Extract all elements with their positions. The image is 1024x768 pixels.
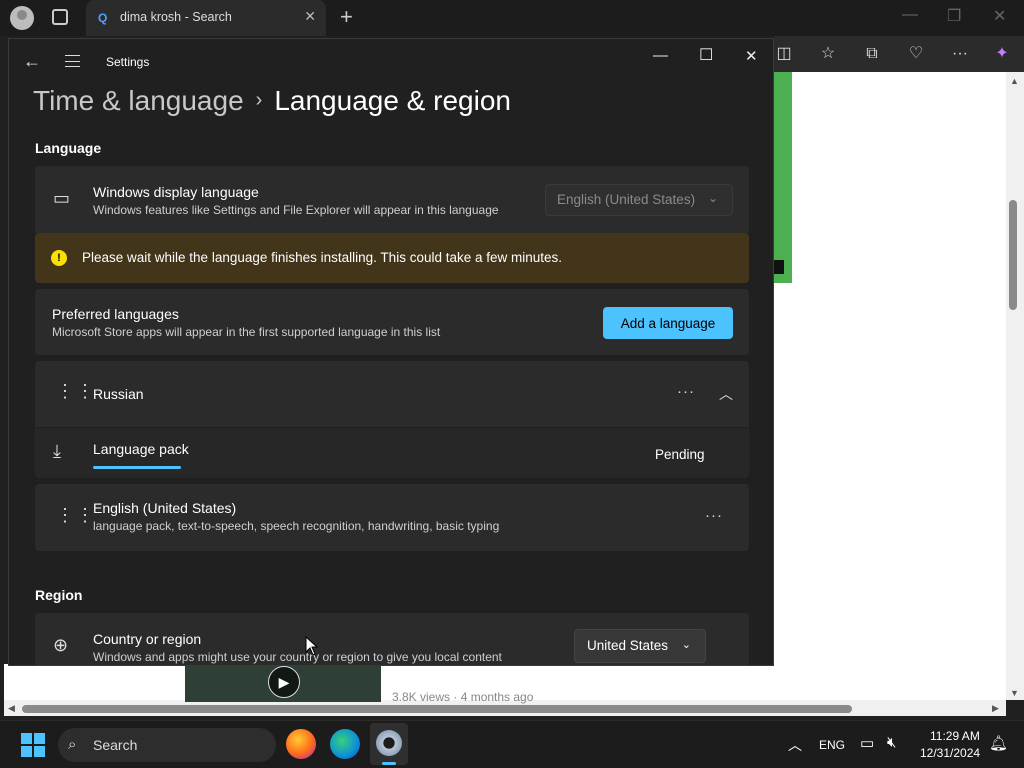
more-options-icon[interactable]: ··· bbox=[705, 507, 723, 524]
collections-icon[interactable]: ⧉ bbox=[862, 44, 882, 64]
country-region-value: United States bbox=[587, 638, 669, 653]
page-horizontal-scroll-thumb[interactable] bbox=[22, 705, 852, 713]
add-language-button[interactable]: Add a language bbox=[603, 307, 733, 339]
page-content-below-window bbox=[8, 666, 774, 700]
page-vertical-scrollbar[interactable] bbox=[1006, 72, 1024, 700]
browser-close-icon[interactable]: ✕ bbox=[993, 6, 1006, 26]
clock-date[interactable]: 12/31/2024 bbox=[920, 746, 980, 760]
language-section-heading: Language bbox=[35, 140, 102, 156]
firefox-icon[interactable] bbox=[286, 729, 316, 759]
breadcrumb-separator: › bbox=[255, 89, 263, 111]
warning-text: Please wait while the language finishes … bbox=[82, 250, 563, 265]
language-row-english[interactable]: ⋮⋮ English (United States) language pack… bbox=[35, 484, 749, 551]
input-language-indicator[interactable]: ENG bbox=[819, 738, 845, 752]
settings-gear-icon[interactable] bbox=[376, 730, 402, 756]
tab-actions-icon[interactable] bbox=[52, 9, 68, 25]
search-favicon-icon: Q bbox=[98, 11, 108, 25]
country-region-title: Country or region bbox=[93, 631, 202, 647]
chevron-down-icon: ⌄ bbox=[707, 191, 718, 205]
scroll-up-arrow-icon[interactable]: ▲ bbox=[1010, 76, 1019, 86]
browser-titlebar: Q dima krosh - Search ✕ + — ❐ ✕ bbox=[0, 0, 1024, 36]
mouse-cursor-icon bbox=[305, 636, 319, 656]
more-options-icon[interactable]: ··· bbox=[677, 383, 695, 400]
search-icon: ⌕ bbox=[68, 736, 77, 753]
warning-icon: ! bbox=[51, 250, 67, 266]
network-icon[interactable]: ▭ bbox=[860, 734, 874, 752]
back-arrow-icon[interactable]: ← bbox=[23, 51, 41, 72]
performance-icon[interactable]: ♡ bbox=[906, 44, 926, 64]
browser-restore-icon[interactable]: ❐ bbox=[947, 6, 961, 26]
video-views-text: 3.8K views · 4 months ago bbox=[392, 690, 534, 704]
close-icon[interactable]: ✕ bbox=[745, 47, 758, 65]
page-image-fragment bbox=[774, 72, 792, 283]
globe-icon: ⊕ bbox=[53, 635, 69, 655]
page-title: Language & region bbox=[274, 85, 511, 116]
drag-handle-icon[interactable]: ⋮⋮ bbox=[56, 382, 96, 400]
start-windows-icon[interactable] bbox=[21, 733, 45, 757]
scroll-down-arrow-icon[interactable]: ▼ bbox=[1010, 688, 1019, 698]
settings-window: ← Settings — ☐ ✕ Time & language › Languag… bbox=[8, 38, 774, 666]
minimize-icon[interactable]: — bbox=[653, 47, 668, 64]
language-pack-status: Pending bbox=[655, 447, 705, 462]
language-name: English (United States) bbox=[93, 500, 237, 516]
display-language-card: ▭ Windows display language Windows featu… bbox=[35, 166, 749, 233]
country-region-dropdown[interactable]: United States ⌄ bbox=[574, 629, 706, 663]
display-language-subtitle: Windows features like Settings and File … bbox=[93, 203, 499, 217]
settings-window-title: Settings bbox=[106, 55, 150, 69]
page-vertical-scroll-thumb[interactable] bbox=[1009, 200, 1017, 310]
play-icon[interactable]: ▶ bbox=[268, 666, 300, 698]
tab-title: dima krosh - Search bbox=[120, 10, 232, 24]
page-image-mark bbox=[774, 260, 784, 274]
volume-muted-icon[interactable]: 🔇︎ bbox=[887, 734, 896, 751]
chevron-up-icon[interactable]: ︿ bbox=[788, 735, 802, 755]
breadcrumb-parent-link[interactable]: Time & language bbox=[33, 85, 244, 116]
edge-icon[interactable] bbox=[330, 729, 360, 759]
laptop-icon: ▭ bbox=[53, 188, 71, 208]
browser-minimize-icon[interactable]: — bbox=[902, 6, 918, 24]
browser-tab[interactable]: Q dima krosh - Search ✕ bbox=[86, 0, 326, 36]
more-options-icon[interactable]: ··· bbox=[950, 44, 970, 64]
language-row-russian[interactable]: ⋮⋮ Russian ··· ︿ bbox=[35, 361, 749, 427]
preferred-languages-subtitle: Microsoft Store apps will appear in the … bbox=[52, 325, 441, 339]
download-icon: ⤓ bbox=[53, 441, 61, 461]
scroll-left-arrow-icon[interactable]: ◀ bbox=[8, 703, 15, 714]
taskbar: ⌕ Search ︿ ENG ▭ 🔇︎ 11:29 AM 12/31/2024 … bbox=[0, 720, 1024, 768]
language-pack-label: Language pack bbox=[93, 441, 189, 457]
language-pack-row: ⤓ Language pack Pending bbox=[35, 428, 749, 478]
breadcrumb: Time & language › Language & region bbox=[33, 85, 511, 117]
preferred-languages-title: Preferred languages bbox=[52, 306, 179, 322]
taskbar-search-box[interactable]: ⌕ Search bbox=[58, 728, 276, 762]
language-pack-progress-bar bbox=[93, 466, 181, 469]
scroll-right-arrow-icon[interactable]: ▶ bbox=[992, 703, 999, 714]
country-region-card: ⊕ Country or region Windows and apps mig… bbox=[35, 613, 749, 665]
preferred-languages-card: Preferred languages Microsoft Store apps… bbox=[35, 289, 749, 355]
taskbar-search-label: Search bbox=[93, 737, 138, 753]
hamburger-menu-icon[interactable] bbox=[65, 55, 80, 67]
display-language-value: English (United States) bbox=[557, 192, 696, 207]
language-name: Russian bbox=[93, 386, 144, 402]
web-page-content bbox=[774, 72, 1006, 700]
drag-handle-icon[interactable]: ⋮⋮ bbox=[56, 506, 96, 524]
install-warning-banner: ! Please wait while the language finishe… bbox=[35, 233, 749, 283]
display-language-title: Windows display language bbox=[93, 184, 259, 200]
clock-time[interactable]: 11:29 AM bbox=[930, 729, 980, 743]
active-app-indicator bbox=[382, 762, 396, 765]
region-section-heading: Region bbox=[35, 587, 83, 603]
country-region-subtitle: Windows and apps might use your country … bbox=[93, 650, 502, 664]
chevron-up-icon[interactable]: ︿ bbox=[719, 384, 733, 404]
copilot-icon[interactable]: ✦ bbox=[992, 44, 1012, 64]
profile-avatar-icon[interactable] bbox=[10, 6, 34, 30]
language-features: language pack, text-to-speech, speech re… bbox=[93, 519, 500, 533]
tab-close-button[interactable]: ✕ bbox=[304, 8, 316, 25]
browser-toolbar: ◫ ☆ ⧉ ♡ ··· ✦ bbox=[774, 36, 1024, 72]
maximize-icon[interactable]: ☐ bbox=[699, 45, 713, 65]
new-tab-button[interactable]: + bbox=[340, 4, 353, 30]
split-screen-icon[interactable]: ◫ bbox=[774, 44, 794, 64]
notifications-bell-icon[interactable]: 🔔︎ bbox=[989, 734, 1008, 752]
display-language-dropdown: English (United States) ⌄ bbox=[545, 184, 733, 216]
chevron-down-icon: ⌄ bbox=[681, 639, 691, 651]
favorites-icon[interactable]: ☆ bbox=[818, 44, 838, 64]
